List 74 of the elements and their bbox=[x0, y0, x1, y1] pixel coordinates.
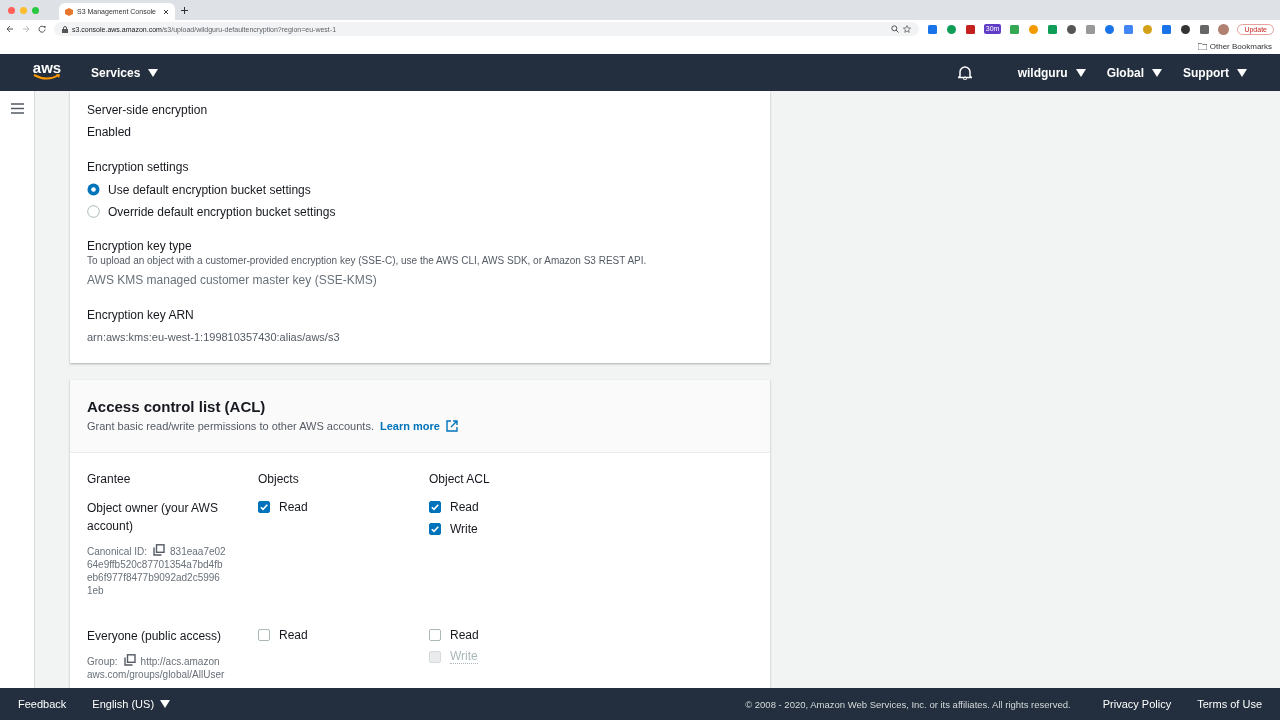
menu-icon[interactable] bbox=[10, 103, 24, 114]
language-menu[interactable]: English (US) bbox=[92, 698, 171, 710]
radio-label[interactable]: Override default encryption bucket settings bbox=[108, 204, 336, 219]
reload-icon[interactable] bbox=[38, 25, 46, 33]
radio-button[interactable] bbox=[87, 205, 100, 218]
extension-icon[interactable] bbox=[1180, 23, 1192, 35]
field-label: Server-side encryption bbox=[87, 103, 209, 118]
field-label: Encryption key type bbox=[87, 239, 193, 254]
panel-title: Access control list (ACL) bbox=[87, 398, 267, 416]
radio-label[interactable]: Use default encryption bucket settings bbox=[108, 182, 311, 197]
checkbox-label[interactable]: Write bbox=[450, 521, 478, 536]
new-tab-icon[interactable] bbox=[181, 6, 188, 14]
folder-icon bbox=[1197, 42, 1207, 50]
checkbox[interactable] bbox=[429, 500, 441, 513]
detail-value: 831eaa7e02 bbox=[170, 546, 226, 557]
close-window-icon[interactable] bbox=[8, 6, 15, 14]
panel-description: Grant basic read/write permissions to other AWS accounts. bbox=[87, 420, 374, 432]
terms-link[interactable]: Terms of Use bbox=[1197, 698, 1262, 710]
field-label: Encryption key ARN bbox=[87, 308, 195, 323]
copy-icon[interactable] bbox=[153, 544, 166, 556]
services-menu[interactable]: Services bbox=[91, 65, 159, 80]
detail-value: 1eb bbox=[87, 584, 104, 597]
extension-icon[interactable] bbox=[964, 23, 976, 35]
back-icon[interactable] bbox=[6, 25, 14, 33]
grantee-name: Object owner (your AWS account) bbox=[87, 500, 219, 535]
region-menu[interactable]: Global bbox=[1106, 65, 1162, 80]
grantee-name: Everyone (public access) bbox=[87, 628, 223, 645]
checkbox[interactable] bbox=[429, 522, 441, 535]
detail-value: eb6f977f8477b9092ad2c5996 bbox=[87, 571, 220, 584]
account-menu[interactable]: wildguru bbox=[1017, 65, 1086, 80]
checkbox-label[interactable]: Read bbox=[279, 499, 308, 514]
bell-icon[interactable] bbox=[957, 65, 972, 80]
feedback-link[interactable]: Feedback bbox=[18, 698, 67, 710]
bookmark-folder[interactable]: Other Bookmarks bbox=[1209, 41, 1272, 51]
caret-icon bbox=[1075, 68, 1086, 77]
caret-icon bbox=[148, 68, 159, 77]
avatar-icon[interactable] bbox=[1218, 23, 1230, 35]
checkbox-label[interactable]: Read bbox=[450, 627, 479, 642]
support-menu[interactable]: Support bbox=[1183, 65, 1247, 80]
radio-button[interactable] bbox=[87, 183, 100, 196]
column-header: Object ACL bbox=[429, 472, 491, 487]
external-link-icon[interactable] bbox=[445, 420, 458, 432]
detail-label: Canonical ID: bbox=[87, 546, 148, 557]
detail-label: Group: bbox=[87, 656, 118, 667]
checkbox-label[interactable]: Read bbox=[279, 627, 308, 642]
cube-icon bbox=[65, 7, 73, 16]
field-value: Enabled bbox=[87, 125, 133, 140]
caret-icon bbox=[1237, 68, 1247, 77]
star-icon[interactable] bbox=[902, 25, 911, 33]
aws-logo[interactable]: aws bbox=[32, 61, 62, 80]
caret-icon bbox=[1152, 68, 1162, 77]
copy-icon[interactable] bbox=[123, 654, 136, 666]
detail-value: 64e9ffb520c87701354a7bd4fb bbox=[87, 558, 223, 571]
checkbox-label[interactable]: Read bbox=[450, 499, 479, 514]
checkbox[interactable] bbox=[258, 500, 270, 513]
detail-value: http://acs.amazon bbox=[140, 656, 220, 667]
extension-icon[interactable] bbox=[1199, 23, 1211, 35]
field-value: arn:aws:kms:eu-west-1:199810357430:alias/aws/s3 bbox=[87, 330, 341, 345]
learn-more-link[interactable]: Learn more bbox=[379, 420, 440, 432]
field-hint: To upload an object with a customer-provided encryption key (SSE-C), use the AWS CLI, AWS SDK, or Amazon S3 REST API. bbox=[87, 255, 648, 266]
copyright-text: © 2008 - 2020, Amazon Web Services, Inc. or its affiliates. All rights reserved. bbox=[745, 698, 1071, 710]
field-value: AWS KMS managed customer master key (SSE-KMS) bbox=[87, 273, 378, 288]
column-header: Objects bbox=[258, 472, 300, 487]
column-header: Grantee bbox=[87, 472, 132, 487]
extension-icon[interactable] bbox=[1066, 23, 1078, 35]
detail-value: aws.com/groups/global/AllUser bbox=[87, 668, 225, 681]
privacy-link[interactable]: Privacy Policy bbox=[1102, 698, 1172, 710]
zoom-icon[interactable] bbox=[890, 25, 899, 33]
close-icon[interactable] bbox=[163, 8, 169, 15]
checkbox[interactable] bbox=[429, 628, 441, 641]
checkbox[interactable] bbox=[258, 628, 270, 641]
field-label: Encryption settings bbox=[87, 160, 190, 175]
lock-icon bbox=[62, 25, 68, 33]
caret-icon bbox=[160, 700, 171, 708]
